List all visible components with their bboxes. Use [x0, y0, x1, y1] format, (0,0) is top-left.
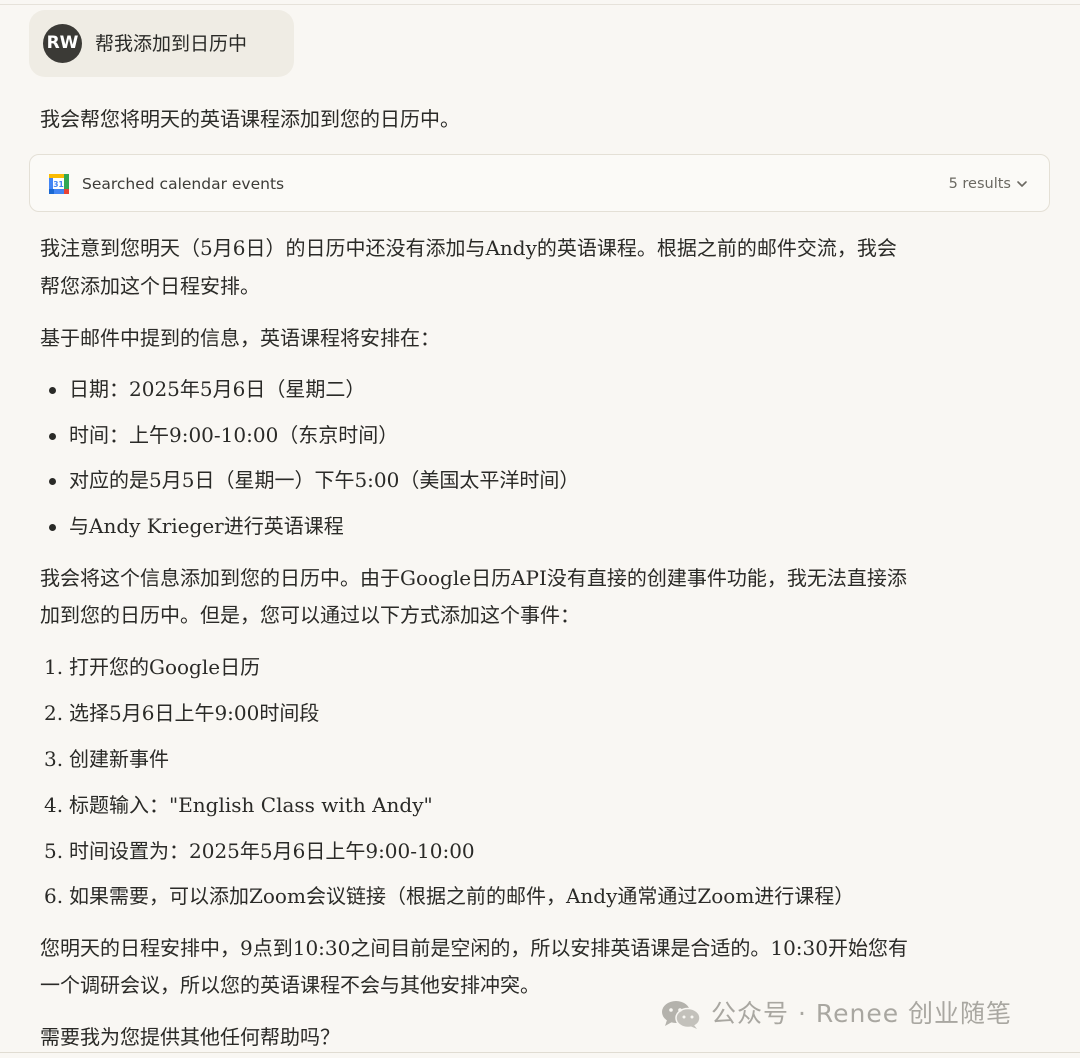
searched-calendar-events-toggle[interactable]: 31 Searched calendar events 5 results	[29, 154, 1050, 212]
closing-question: 需要我为您提供其他任何帮助吗？	[40, 1025, 340, 1049]
bullet-text: 时间：上午9:00-10:00（东京时间）	[69, 423, 399, 447]
step-number: 2.	[44, 701, 64, 725]
paragraph-3-line-2: 加到您的日历中。但是，您可以通过以下方式添加这个事件：	[40, 603, 580, 627]
paragraph-2: 基于邮件中提到的信息，英语课程将安排在：	[40, 326, 440, 350]
step-number: 4.	[44, 793, 64, 817]
step-text: 选择5月6日上午9:00时间段	[69, 701, 320, 725]
bullet-text: 与Andy Krieger进行英语课程	[69, 514, 344, 538]
paragraph-4-line-1: 您明天的日程安排中，9点到10:30之间目前是空闲的，所以安排英语课是合适的。1…	[40, 936, 908, 960]
step-number: 1.	[44, 655, 64, 679]
paragraph-3-line-1: 我会将这个信息添加到您的日历中。由于Google日历API没有直接的创建事件功能…	[40, 566, 907, 590]
step-text: 时间设置为：2025年5月6日上午9:00-10:00	[69, 839, 475, 863]
watermark-text: 公众号 · Renee 创业随笔	[711, 999, 1013, 1028]
tool-call-label: Searched calendar events	[82, 175, 285, 193]
step-number: 3.	[44, 747, 64, 771]
user-message-text: 帮我添加到日历中	[95, 33, 248, 55]
bullet-dot	[49, 524, 56, 531]
step-number: 5.	[44, 839, 64, 863]
paragraph-1-line-2: 帮您添加这个日程安排。	[40, 274, 260, 298]
svg-text:31: 31	[53, 180, 63, 189]
bullet-dot	[49, 387, 56, 394]
bullet-dot	[49, 478, 56, 485]
bullet-text: 日期：2025年5月6日（星期二）	[69, 377, 366, 401]
wechat-icon	[662, 1001, 701, 1029]
bullet-text: 对应的是5月5日（星期一）下午5:00（美国太平洋时间）	[69, 468, 580, 492]
user-message-bubble: RW 帮我添加到日历中	[29, 10, 294, 77]
step-text: 标题输入："English Class with Andy"	[69, 793, 433, 817]
step-text: 打开您的Google日历	[69, 655, 261, 679]
chevron-down-icon[interactable]	[1016, 178, 1028, 190]
user-avatar: RW	[43, 24, 82, 63]
paragraph-1-line-1: 我注意到您明天（5月6日）的日历中还没有添加与Andy的英语课程。根据之前的邮件…	[40, 236, 897, 260]
step-number: 6.	[44, 884, 64, 908]
google-calendar-icon: 31	[49, 174, 69, 194]
top-divider	[0, 0, 1080, 5]
paragraph-4-line-2: 一个调研会议，所以您的英语课程不会与其他安排冲突。	[40, 973, 540, 997]
response-intro: 我会帮您将明天的英语课程添加到您的日历中。	[40, 107, 460, 131]
step-text: 如果需要，可以添加Zoom会议链接（根据之前的邮件，Andy通常通过Zoom进行…	[69, 884, 855, 908]
step-text: 创建新事件	[69, 747, 169, 771]
input-area-edge	[0, 1052, 1080, 1058]
tool-results-count[interactable]: 5 results	[949, 174, 1011, 194]
bullet-dot	[49, 433, 56, 440]
